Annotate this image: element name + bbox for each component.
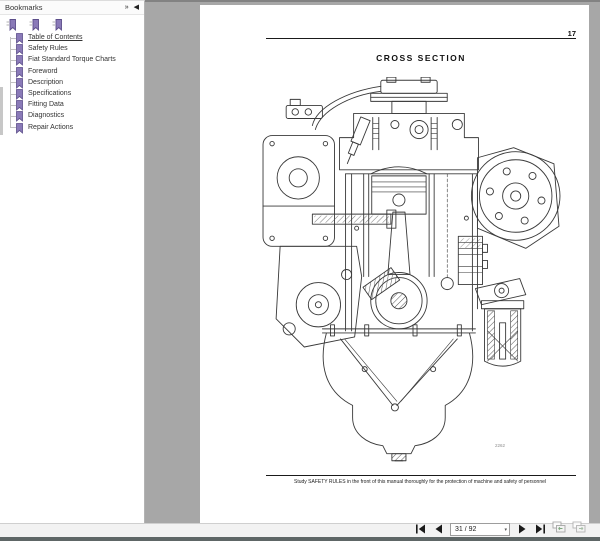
page-number-input[interactable] [451, 524, 497, 535]
bookmarks-toolbar [0, 15, 144, 31]
panel-collapse-icon[interactable]: ◀ [134, 4, 139, 11]
bookmark-options-icon[interactable] [52, 18, 63, 31]
bookmark-label: Diagnostics [28, 112, 64, 119]
document-page: 17 CROSS SECTION [200, 5, 589, 524]
next-page-icon[interactable] [516, 524, 528, 535]
new-bookmark-icon[interactable] [29, 18, 40, 31]
bookmark-item-repair-actions[interactable]: Repair Actions [0, 122, 142, 133]
bookmark-label: Fiat Standard Torque Charts [28, 56, 116, 63]
bookmark-item-specifications[interactable]: Specifications [0, 88, 142, 99]
bookmark-label: Foreword [28, 68, 58, 75]
pdf-reader-window: Bookmarks » ◀ Table of Contents Safety [0, 0, 600, 541]
previous-page-icon[interactable] [432, 524, 444, 535]
last-page-icon[interactable] [534, 524, 546, 535]
panel-float-icon[interactable]: » [125, 4, 129, 11]
engine-cross-section-drawing [260, 77, 562, 465]
page-dropdown-caret-icon[interactable]: ▾ [504, 527, 507, 533]
bookmark-item-foreword[interactable]: Foreword [0, 66, 142, 77]
safety-footer-text: Study SAFETY RULES in the front of this … [260, 479, 580, 485]
first-page-icon[interactable] [414, 524, 426, 535]
page-number: 17 [568, 29, 576, 38]
bookmark-label: Specifications [28, 90, 71, 97]
panel-scrollbar[interactable] [0, 87, 3, 135]
bookmark-item-fitting-data[interactable]: Fitting Data [0, 99, 142, 110]
page-navigation-toolbar: ▾ [414, 521, 586, 537]
bookmark-list: Table of Contents Safety Rules Fiat Stan… [0, 32, 142, 133]
bookmark-item-table-of-contents[interactable]: Table of Contents [0, 32, 142, 43]
bookmark-item-description[interactable]: Description [0, 77, 142, 88]
figure-code: 2262 [495, 443, 505, 448]
page-number-box: ▾ [450, 523, 510, 536]
bookmark-label: Fitting Data [28, 101, 64, 108]
next-view-icon[interactable] [572, 520, 586, 538]
document-viewport[interactable]: 17 CROSS SECTION [145, 0, 600, 523]
bookmark-icon [15, 123, 24, 136]
bookmark-label: Repair Actions [28, 124, 73, 131]
previous-view-icon[interactable] [552, 520, 566, 538]
footer-rule [266, 475, 576, 476]
bookmark-item-safety-rules[interactable]: Safety Rules [0, 43, 142, 54]
bookmark-label: Table of Contents [28, 34, 82, 41]
bookmark-item-fiat-standard-torque-charts[interactable]: Fiat Standard Torque Charts [0, 54, 142, 65]
bookmark-item-diagnostics[interactable]: Diagnostics [0, 110, 142, 121]
expand-bookmark-icon[interactable] [6, 18, 17, 31]
bookmarks-panel: Bookmarks » ◀ Table of Contents Safety [0, 0, 145, 523]
bookmarks-panel-title: Bookmarks [5, 3, 120, 12]
bookmark-label: Description [28, 79, 63, 86]
window-bottom-edge [0, 537, 600, 541]
bookmark-label: Safety Rules [28, 45, 68, 52]
page-title: CROSS SECTION [266, 53, 576, 63]
header-rule [266, 38, 576, 39]
bookmarks-panel-header: Bookmarks » ◀ [0, 1, 144, 15]
